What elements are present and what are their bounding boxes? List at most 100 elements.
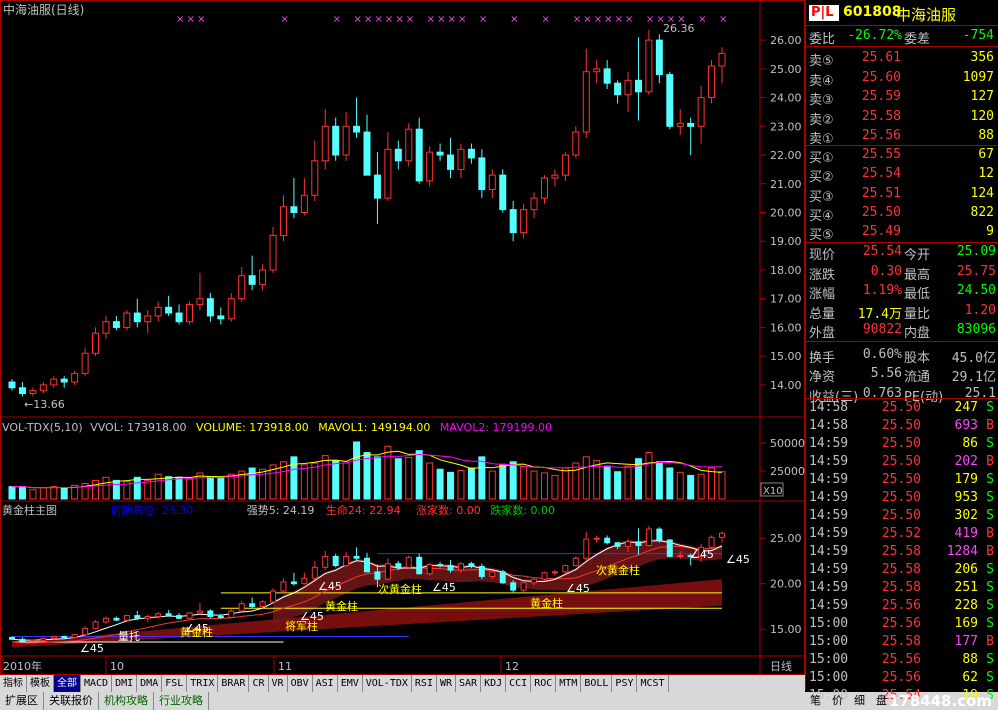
panel-tab-1[interactable]: 价 [832, 692, 843, 708]
ind-candle-body [238, 603, 245, 612]
tab-brar[interactable]: BRAR [218, 675, 250, 692]
tab-obv[interactable]: OBV [288, 675, 313, 692]
bottom-tab-3[interactable]: 行业攻略 [154, 692, 209, 710]
ind-candle-body [541, 572, 548, 580]
tab-emv[interactable]: EMV [338, 675, 363, 692]
volume-axis: 50000 25000 [760, 437, 805, 478]
volume-bar [217, 476, 225, 500]
ind-candle-body [249, 603, 256, 607]
tab-trix[interactable]: TRIX [187, 675, 219, 692]
tab-fsl[interactable]: FSL [162, 675, 188, 692]
volume-bar [457, 469, 465, 500]
vol-unit: X10 [763, 486, 783, 497]
tab-dmi[interactable]: DMI [112, 675, 138, 692]
volume-bar [102, 476, 110, 500]
volume-bar [447, 471, 455, 500]
tab-sar[interactable]: SAR [456, 675, 482, 692]
tick-price: 25.58 [881, 580, 921, 595]
panel-tab-0[interactable]: 笔 [810, 692, 821, 708]
panel-tab-2[interactable]: 细 [854, 692, 865, 708]
tab-模板[interactable]: 模板 [27, 675, 54, 692]
ind-candle-body [113, 617, 120, 621]
volume-bar [666, 467, 674, 500]
tick-volume: 62 [962, 670, 978, 685]
candle-body [488, 174, 496, 191]
ind-candle-body [217, 615, 224, 618]
candle-body [655, 39, 663, 76]
tab-wr[interactable]: WR [437, 675, 457, 692]
tab-全部[interactable]: 全部 [54, 675, 81, 692]
tab-mcst[interactable]: MCST [637, 675, 669, 692]
tab-dma[interactable]: DMA [137, 675, 163, 692]
candle-body [196, 298, 204, 305]
ind-candle-body [9, 636, 15, 640]
divider [806, 46, 998, 47]
tab-macd[interactable]: MACD [81, 675, 113, 692]
ind-candle-body [196, 610, 203, 614]
ind-candle-body [155, 613, 162, 617]
weicha-label: 委差 [904, 32, 931, 47]
ind-tick-label: 15.00 [770, 623, 802, 636]
stat-value: 17.4万 [857, 306, 902, 322]
tab-asi[interactable]: ASI [313, 675, 338, 692]
stat-value: 25.54 [862, 244, 902, 259]
bottom-tab-1[interactable]: 关联报价 [44, 692, 99, 710]
ind-candle-body [144, 615, 151, 619]
candle-body [634, 79, 642, 93]
bottom-tab-2[interactable]: 机构攻略 [99, 692, 154, 710]
buy-level-label: 买④ [809, 208, 834, 224]
ind-tick-label: 20.00 [770, 578, 802, 591]
pl-badge[interactable]: P|L [809, 5, 839, 21]
ind-candle-body [583, 538, 590, 559]
volume-bar [478, 456, 486, 500]
tab-kdj[interactable]: KDJ [481, 675, 507, 692]
ind-candle-body [176, 615, 183, 619]
stat-label: 股本 [904, 350, 931, 366]
tick-price: 25.50 [881, 436, 921, 451]
price-tick-label: 18.00 [770, 264, 802, 277]
stat-label: 净资 [809, 370, 836, 385]
tab-vr[interactable]: VR [269, 675, 288, 692]
tab-cr[interactable]: CR [249, 675, 269, 692]
tab-mtm[interactable]: MTM [556, 675, 582, 692]
tick-time: 14:59 [809, 508, 849, 523]
sell-price: 25.61 [861, 50, 901, 65]
tab-vol-tdx[interactable]: VOL-TDX [363, 675, 412, 692]
buy-level-label: 买③ [809, 189, 834, 205]
bottom-tab-0[interactable]: 扩展区 [0, 692, 44, 710]
volume-bars [8, 441, 726, 500]
volume-bar [353, 441, 361, 500]
signal-cross: × [374, 14, 382, 25]
period-label: 日线 [770, 659, 792, 673]
candle-body [50, 378, 58, 386]
volume-bar [676, 471, 684, 500]
stat-label: 换手 [809, 350, 836, 366]
candle-body [342, 125, 350, 156]
stat-label: 最低 [904, 287, 931, 302]
candle-body [593, 68, 601, 73]
ind-signal-label: ∠45 [185, 622, 209, 635]
tick-direction: S [986, 400, 994, 415]
ind-candle-body [510, 582, 517, 591]
signal-cross: × [176, 14, 184, 25]
tab-boll[interactable]: BOLL [581, 675, 613, 692]
candle-body [363, 131, 371, 176]
stat-label: 总量 [809, 306, 836, 322]
panel-tab-3[interactable]: 盘 [876, 692, 887, 708]
candle-body [415, 128, 423, 182]
tab-cci[interactable]: CCI [506, 675, 532, 692]
stat-value: 25.09 [956, 244, 996, 259]
indicator-axis: 25.00 20.00 15.00 [760, 532, 802, 636]
tab-psy[interactable]: PSY [612, 675, 638, 692]
tab-指标[interactable]: 指标 [0, 675, 27, 692]
high-annotation: 26.36 [663, 22, 695, 35]
kline-chart-area[interactable]: 中海油服(日线) 26.0025.0024.0023.0022.0021.002… [0, 0, 805, 690]
price-tick-label: 23.00 [770, 120, 802, 133]
tick-direction: S [986, 598, 994, 613]
tab-roc[interactable]: ROC [531, 675, 557, 692]
volume-bar [436, 468, 444, 500]
tab-rsi[interactable]: RSI [412, 675, 437, 692]
candle-body [279, 206, 287, 236]
ind-candle-body [457, 563, 464, 571]
volume-bar [92, 479, 100, 500]
